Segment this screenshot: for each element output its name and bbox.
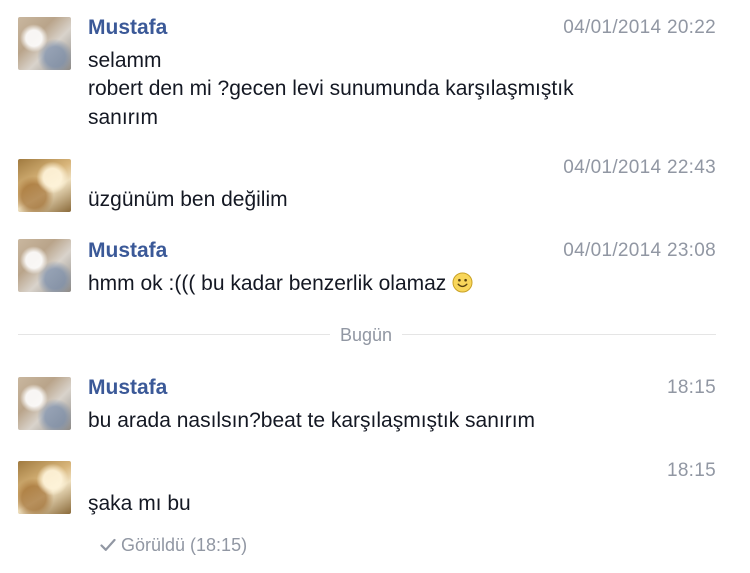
message-text: hmm ok :((( bu kadar benzerlik olamaz [88, 272, 447, 295]
message-timestamp: 04/01/2014 22:43 [563, 157, 716, 178]
sender-name[interactable]: Mustafa [88, 16, 167, 40]
avatar[interactable] [18, 17, 71, 70]
seen-status: Görüldü (18:15) [100, 533, 247, 557]
message-text: üzgünüm ben değilim [88, 188, 288, 211]
sender-name[interactable]: Mustafa [88, 376, 167, 400]
message-text: selamm [88, 49, 162, 72]
message-line: hmm ok :((( bu kadar benzerlik olamaz [88, 270, 473, 298]
seen-status-text: Görüldü (18:15) [121, 535, 248, 555]
message-timestamp: 04/01/2014 20:22 [563, 17, 716, 38]
avatar[interactable] [18, 377, 71, 430]
day-divider-label: Bugün [330, 323, 402, 347]
avatar[interactable] [18, 159, 71, 212]
checkmark-icon [100, 534, 116, 551]
message-text: sanırım [88, 106, 159, 129]
message-text: robert den mi ?gecen levi sunumunda karş… [88, 77, 574, 100]
sender-name[interactable]: Mustafa [88, 239, 167, 263]
avatar[interactable] [18, 239, 71, 292]
message-timestamp: 04/01/2014 23:08 [563, 240, 716, 261]
message-timestamp: 18:15 [666, 377, 716, 398]
message-timestamp: 18:15 [666, 460, 716, 481]
avatar[interactable] [18, 461, 71, 514]
message-text: şaka mı bu [88, 492, 191, 515]
message-text: bu arada nasılsın?beat te karşılaşmıştık… [88, 409, 536, 432]
smiley-icon [452, 272, 473, 293]
